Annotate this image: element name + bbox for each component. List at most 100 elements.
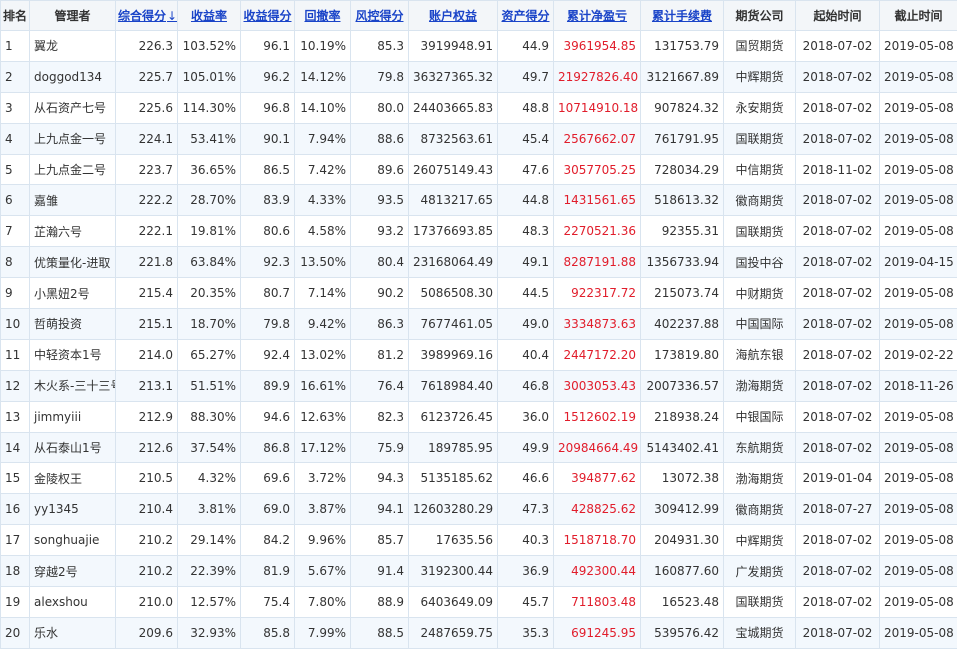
cell-net-pnl: 2270521.36 (554, 216, 641, 247)
column-header-asset-score[interactable]: 资产得分 (498, 1, 554, 31)
cell-asset-score: 49.0 (498, 309, 554, 340)
cell-net-pnl: 21927826.40 (554, 61, 641, 92)
cell-total-score: 210.2 (116, 556, 178, 587)
cell-rank: 7 (1, 216, 30, 247)
cell-equity: 3989969.16 (409, 339, 498, 370)
cell-equity: 8732563.61 (409, 123, 498, 154)
column-header-equity[interactable]: 账户权益 (409, 1, 498, 31)
cell-start: 2018-07-02 (796, 278, 880, 309)
cell-rank: 10 (1, 309, 30, 340)
cell-rank: 13 (1, 401, 30, 432)
column-header-label: 截止时间 (894, 9, 942, 23)
table-row: 5上九点金二号223.736.65%86.57.42%89.626075149.… (1, 154, 957, 185)
column-header-label[interactable]: 资产得分 (501, 9, 549, 23)
cell-net-pnl: 20984664.49 (554, 432, 641, 463)
cell-total-score: 213.1 (116, 370, 178, 401)
cell-asset-score: 48.3 (498, 216, 554, 247)
cell-risk-score: 94.3 (351, 463, 409, 494)
cell-broker: 国联期货 (724, 216, 796, 247)
cell-end: 2019-05-08 (880, 494, 957, 525)
column-header-return-rate[interactable]: 收益率 (178, 1, 241, 31)
cell-end: 2019-05-08 (880, 278, 957, 309)
cell-asset-score: 48.8 (498, 92, 554, 123)
column-header-total-score[interactable]: 综合得分↓ (116, 1, 178, 31)
cell-return-score: 84.2 (241, 525, 295, 556)
cell-return-rate: 28.70% (178, 185, 241, 216)
cell-rank: 14 (1, 432, 30, 463)
cell-end: 2019-05-08 (880, 92, 957, 123)
column-header-fees[interactable]: 累计手续费 (641, 1, 724, 31)
cell-net-pnl: 711803.48 (554, 587, 641, 618)
cell-net-pnl: 1518718.70 (554, 525, 641, 556)
cell-asset-score: 44.5 (498, 278, 554, 309)
cell-broker: 渤海期货 (724, 463, 796, 494)
column-header-label[interactable]: 累计手续费 (652, 9, 712, 23)
cell-manager: jimmyiii (30, 401, 116, 432)
column-header-net-pnl[interactable]: 累计净盈亏 (554, 1, 641, 31)
cell-net-pnl: 428825.62 (554, 494, 641, 525)
cell-return-rate: 29.14% (178, 525, 241, 556)
cell-manager: 穿越2号 (30, 556, 116, 587)
cell-drawdown: 10.19% (295, 31, 351, 62)
cell-broker: 国联期货 (724, 123, 796, 154)
cell-end: 2019-05-08 (880, 401, 957, 432)
cell-drawdown: 3.87% (295, 494, 351, 525)
cell-drawdown: 13.02% (295, 339, 351, 370)
column-header-label[interactable]: 回撤率 (304, 9, 340, 23)
cell-fees: 907824.32 (641, 92, 724, 123)
cell-net-pnl: 1512602.19 (554, 401, 641, 432)
cell-net-pnl: 2567662.07 (554, 123, 641, 154)
cell-risk-score: 79.8 (351, 61, 409, 92)
cell-fees: 728034.29 (641, 154, 724, 185)
cell-start: 2018-07-02 (796, 31, 880, 62)
cell-manager: 上九点金二号 (30, 154, 116, 185)
cell-return-score: 80.7 (241, 278, 295, 309)
column-header-label[interactable]: 累计净盈亏 (567, 9, 627, 23)
column-header-label[interactable]: 风控得分 (355, 9, 403, 23)
cell-fees: 173819.80 (641, 339, 724, 370)
table-body: 1翼龙226.3103.52%96.110.19%85.33919948.914… (1, 31, 957, 649)
cell-asset-score: 44.9 (498, 31, 554, 62)
cell-start: 2018-07-02 (796, 339, 880, 370)
column-header-risk-score[interactable]: 风控得分 (351, 1, 409, 31)
cell-drawdown: 16.61% (295, 370, 351, 401)
column-header-label[interactable]: 综合得分 (118, 9, 166, 23)
column-header-return-score[interactable]: 收益得分 (241, 1, 295, 31)
cell-rank: 1 (1, 31, 30, 62)
column-header-start: 起始时间 (796, 1, 880, 31)
column-header-drawdown[interactable]: 回撤率 (295, 1, 351, 31)
cell-asset-score: 45.4 (498, 123, 554, 154)
cell-risk-score: 81.2 (351, 339, 409, 370)
cell-return-rate: 32.93% (178, 617, 241, 648)
cell-return-rate: 53.41% (178, 123, 241, 154)
cell-drawdown: 7.42% (295, 154, 351, 185)
cell-start: 2018-07-02 (796, 185, 880, 216)
column-header-label[interactable]: 收益率 (191, 9, 227, 23)
cell-asset-score: 36.9 (498, 556, 554, 587)
cell-drawdown: 12.63% (295, 401, 351, 432)
cell-start: 2018-07-27 (796, 494, 880, 525)
cell-net-pnl: 3334873.63 (554, 309, 641, 340)
cell-return-rate: 20.35% (178, 278, 241, 309)
cell-fees: 761791.95 (641, 123, 724, 154)
cell-equity: 189785.95 (409, 432, 498, 463)
column-header-rank: 排名 (1, 1, 30, 31)
cell-manager: 乐水 (30, 617, 116, 648)
cell-start: 2018-07-02 (796, 432, 880, 463)
column-header-broker: 期货公司 (724, 1, 796, 31)
column-header-label: 排名 (3, 9, 27, 23)
cell-net-pnl: 492300.44 (554, 556, 641, 587)
table-row: 14从石泰山1号212.637.54%86.817.12%75.9189785.… (1, 432, 957, 463)
cell-fees: 218938.24 (641, 401, 724, 432)
cell-net-pnl: 394877.62 (554, 463, 641, 494)
cell-manager: songhuajie (30, 525, 116, 556)
sort-desc-icon[interactable]: ↓ (167, 9, 177, 23)
cell-start: 2018-07-02 (796, 587, 880, 618)
column-header-label[interactable]: 收益得分 (243, 9, 291, 23)
cell-asset-score: 49.9 (498, 432, 554, 463)
column-header-label[interactable]: 账户权益 (429, 9, 477, 23)
cell-total-score: 212.9 (116, 401, 178, 432)
cell-equity: 23168064.49 (409, 247, 498, 278)
cell-drawdown: 14.12% (295, 61, 351, 92)
cell-fees: 16523.48 (641, 587, 724, 618)
